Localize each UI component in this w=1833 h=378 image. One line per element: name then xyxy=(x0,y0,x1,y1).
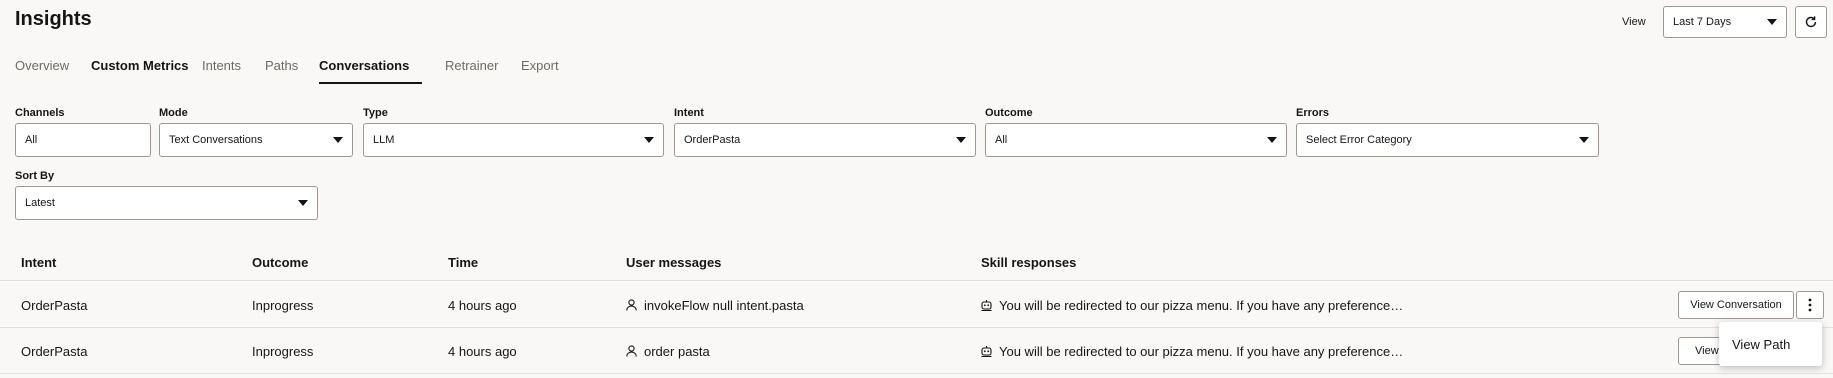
outcome-filter: Outcome All xyxy=(985,107,1287,157)
tab-custom-metrics[interactable]: Custom Metrics xyxy=(91,58,202,84)
tab-intents[interactable]: Intents xyxy=(202,58,265,84)
page-title: Insights xyxy=(15,8,92,30)
user-icon xyxy=(626,345,637,357)
channels-value: All xyxy=(25,134,38,146)
view-conversation-button[interactable]: View Conversation xyxy=(1678,291,1794,319)
mode-label: Mode xyxy=(159,107,188,119)
view-range-value: Last 7 Days xyxy=(1673,16,1732,28)
errors-value: Select Error Category xyxy=(1306,134,1412,146)
column-header-outcome: Outcome xyxy=(252,255,309,270)
time-cell: 4 hours ago xyxy=(448,343,517,359)
sort-by-value: Latest xyxy=(25,197,55,209)
skill-response-cell: You will be redirected to our pizza menu… xyxy=(981,328,1403,374)
mode-filter: Mode Text Conversations xyxy=(159,107,353,157)
tab-export[interactable]: Export xyxy=(521,58,571,84)
type-label: Type xyxy=(363,107,388,119)
skill-response-text: You will be redirected to our pizza menu… xyxy=(999,297,1404,313)
intent-cell: OrderPasta xyxy=(21,343,88,359)
sort-by-filter: Sort By Latest xyxy=(15,170,318,220)
intent-label: Intent xyxy=(674,107,704,119)
type-value: LLM xyxy=(373,134,395,146)
user-message-cell: invokeFlow null intent.pasta xyxy=(626,282,804,328)
channels-label: Channels xyxy=(15,107,65,119)
column-header-user-messages: User messages xyxy=(626,255,722,270)
table-row: OrderPasta Inprogress 4 hours ago invoke… xyxy=(0,282,1833,328)
tab-bar: Overview Custom Metrics Intents Paths Co… xyxy=(15,58,571,84)
view-label: View xyxy=(1622,16,1646,28)
type-filter: Type LLM xyxy=(363,107,664,157)
mode-value: Text Conversations xyxy=(169,134,263,146)
chevron-down-icon xyxy=(644,137,654,143)
chevron-down-icon xyxy=(956,137,966,143)
tab-overview[interactable]: Overview xyxy=(15,58,91,84)
skill-response-cell: You will be redirected to our pizza menu… xyxy=(981,282,1403,328)
outcome-select[interactable]: All xyxy=(985,123,1287,157)
mode-select[interactable]: Text Conversations xyxy=(159,123,353,157)
user-message-cell: order pasta xyxy=(626,328,710,374)
column-header-time: Time xyxy=(448,255,479,270)
table-row: OrderPasta Inprogress 4 hours ago order … xyxy=(0,328,1833,374)
refresh-icon xyxy=(1805,16,1817,28)
refresh-button[interactable] xyxy=(1795,6,1827,38)
chevron-down-icon xyxy=(1579,137,1589,143)
view-path-menu-item[interactable]: View Path xyxy=(1732,337,1790,352)
channels-input[interactable]: All xyxy=(15,123,151,157)
chevron-down-icon xyxy=(333,137,343,143)
bot-icon xyxy=(981,300,992,311)
sort-by-select[interactable]: Latest xyxy=(15,186,318,220)
user-message-text: order pasta xyxy=(644,343,710,359)
intent-filter: Intent OrderPasta xyxy=(674,107,976,157)
tab-conversations[interactable]: Conversations xyxy=(319,58,422,84)
intent-cell: OrderPasta xyxy=(21,297,88,313)
errors-select[interactable]: Select Error Category xyxy=(1296,123,1599,157)
outcome-cell: Inprogress xyxy=(252,343,314,359)
user-message-text: invokeFlow null intent.pasta xyxy=(644,297,804,313)
type-select[interactable]: LLM xyxy=(363,123,664,157)
bot-icon xyxy=(981,346,992,357)
table-header: Intent Outcome Time User messages Skill … xyxy=(0,255,1833,281)
intent-select[interactable]: OrderPasta xyxy=(674,123,976,157)
column-header-intent: Intent xyxy=(21,255,57,270)
outcome-cell: Inprogress xyxy=(252,297,314,313)
outcome-label: Outcome xyxy=(985,107,1033,119)
more-vertical-icon xyxy=(1808,298,1812,312)
tab-paths[interactable]: Paths xyxy=(265,58,319,84)
chevron-down-icon xyxy=(298,200,308,206)
time-cell: 4 hours ago xyxy=(448,297,517,313)
errors-filter: Errors Select Error Category xyxy=(1296,107,1599,157)
user-icon xyxy=(626,299,637,311)
view-range-select[interactable]: Last 7 Days xyxy=(1663,6,1787,38)
skill-response-text: You will be redirected to our pizza menu… xyxy=(999,343,1404,359)
tab-retrainer[interactable]: Retrainer xyxy=(445,58,521,84)
channels-filter: Channels All xyxy=(15,107,151,157)
chevron-down-icon xyxy=(1767,19,1777,25)
sort-by-label: Sort By xyxy=(15,170,55,182)
chevron-down-icon xyxy=(1267,137,1277,143)
column-header-skill-responses: Skill responses xyxy=(981,255,1077,270)
row-actions-menu: View Path xyxy=(1719,322,1822,366)
errors-label: Errors xyxy=(1296,107,1330,119)
intent-value: OrderPasta xyxy=(684,134,741,146)
row-actions-button[interactable] xyxy=(1796,291,1824,319)
outcome-value: All xyxy=(995,134,1008,146)
